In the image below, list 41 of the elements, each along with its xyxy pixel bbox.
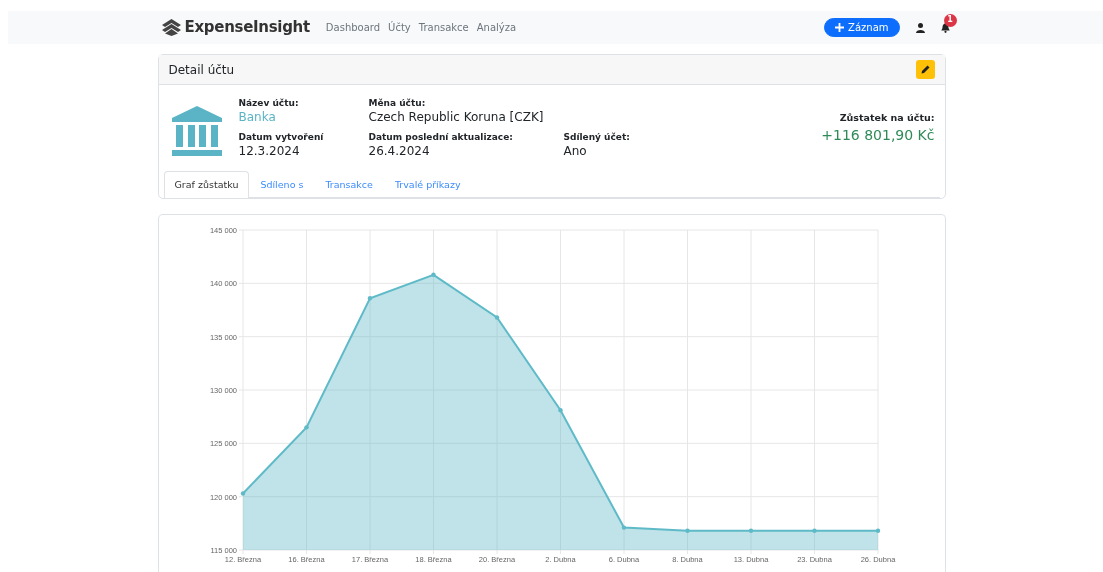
data-point: [303, 425, 309, 430]
field-label: Datum vytvoření: [238, 131, 325, 143]
data-point: [494, 315, 499, 320]
field-value: Ano: [563, 143, 588, 159]
data-point: [367, 296, 372, 301]
nav-link[interactable]: Účty: [388, 20, 411, 35]
field-label: Název účtu:: [238, 97, 300, 109]
nav-link[interactable]: Analýza: [476, 20, 517, 35]
user-icon[interactable]: [915, 22, 925, 33]
bank-icon: [170, 105, 223, 157]
data-point: [684, 528, 690, 534]
tab[interactable]: Trvalé příkazy: [383, 171, 472, 199]
tab[interactable]: Transakce: [314, 171, 384, 199]
card-title: Detail účtu: [168, 61, 235, 79]
data-point: [557, 408, 563, 413]
data-point: [240, 491, 245, 496]
field-value: 26.4.2024: [368, 143, 431, 159]
new-record-button[interactable]: Záznam: [824, 18, 900, 37]
plus-icon: [835, 23, 845, 32]
logo-icon: [161, 19, 181, 36]
data-point: [430, 272, 436, 278]
field-label: Sdílený účet:: [563, 131, 631, 143]
notification-count: 1: [943, 13, 957, 27]
field-value: 12.3.2024: [238, 143, 301, 159]
field-value: Banka: [238, 109, 277, 125]
edit-button[interactable]: [915, 60, 935, 79]
data-point: [811, 528, 817, 534]
tab[interactable]: Graf zůstatku: [163, 171, 250, 199]
brand-name[interactable]: ExpenseInsight: [184, 16, 310, 39]
data-point: [621, 525, 626, 531]
field-label: Datum poslední aktualizace:: [368, 131, 514, 143]
data-point: [875, 528, 880, 534]
pencil-icon: [920, 65, 930, 74]
data-point: [748, 528, 753, 534]
balance-value: +116 801,90 Kč: [821, 126, 935, 146]
nav-link[interactable]: Dashboard: [325, 20, 381, 35]
tab[interactable]: Sdíleno s: [249, 171, 315, 199]
field-value: Czech Republic Koruna [CZK]: [368, 109, 545, 125]
field-label: Měna účtu:: [368, 97, 427, 109]
nav-link[interactable]: Transakce: [418, 20, 469, 35]
balance-label: Zůstatek na účtu:: [838, 111, 935, 125]
